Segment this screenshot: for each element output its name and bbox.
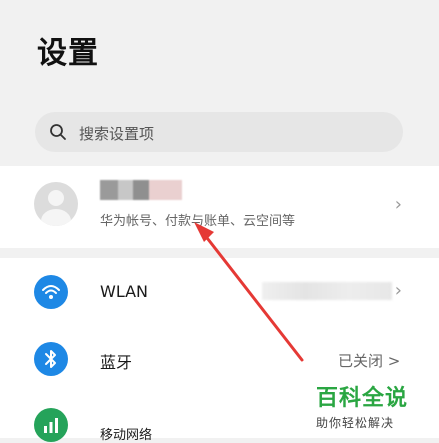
search-placeholder: 搜索设置项 xyxy=(79,125,155,143)
search-icon xyxy=(50,124,66,140)
watermark-sub: 助你轻松解决 xyxy=(316,416,395,430)
setting-label-bluetooth: 蓝牙 xyxy=(100,353,133,372)
bluetooth-status: 已关闭 > xyxy=(338,352,401,370)
search-bar[interactable]: 搜索设置项 xyxy=(35,112,403,152)
setting-label-mobile-network: 移动网络 xyxy=(100,428,153,443)
chevron-right-icon: › xyxy=(394,280,402,301)
wlan-value-redacted xyxy=(262,282,392,300)
page-title: 设置 xyxy=(37,36,99,71)
wifi-icon xyxy=(34,275,68,309)
account-row[interactable]: 华为帐号、付款与账单、云空间等 › xyxy=(0,166,439,248)
avatar-placeholder-icon xyxy=(34,182,78,226)
chevron-right-icon: › xyxy=(394,194,402,215)
setting-label-wlan: WLAN xyxy=(100,282,149,301)
watermark-main: 百科全说 xyxy=(316,386,409,411)
account-subtitle: 华为帐号、付款与账单、云空间等 xyxy=(100,214,296,229)
mobile-network-icon xyxy=(34,408,68,442)
bluetooth-icon xyxy=(34,342,68,376)
watermark-logo: 百科全说 助你轻松解决 xyxy=(316,380,426,431)
account-name-redacted xyxy=(100,180,182,200)
